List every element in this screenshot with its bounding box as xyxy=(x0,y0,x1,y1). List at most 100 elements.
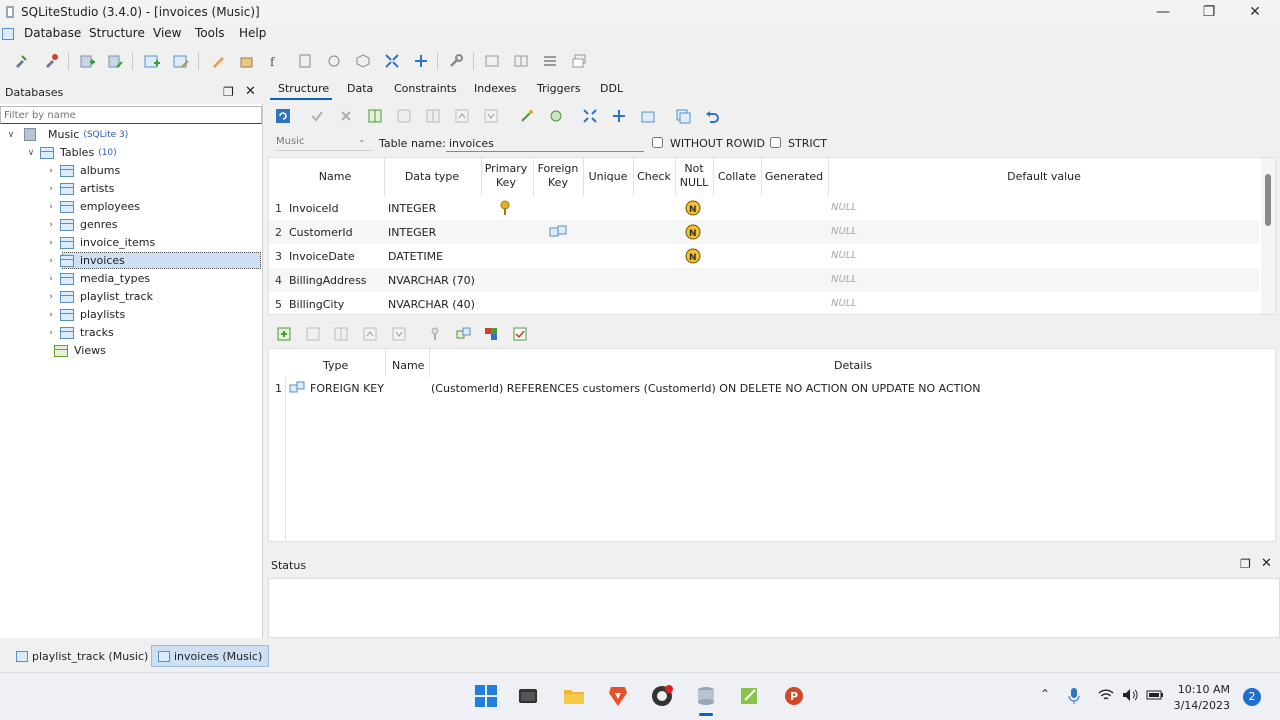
chevron-up-icon[interactable]: ⌃ xyxy=(1040,687,1050,701)
rollback-structure-button[interactable] xyxy=(337,107,355,125)
window-tile-button[interactable] xyxy=(512,52,530,70)
menu-view[interactable]: View xyxy=(153,26,181,40)
window-tab-invoices[interactable]: invoices (Music) xyxy=(151,645,270,667)
add-fk-button[interactable] xyxy=(454,325,472,343)
export-button[interactable] xyxy=(238,52,256,70)
col-header-foreign-key[interactable]: Foreign Key xyxy=(533,162,583,190)
taskbar-app-brave[interactable] xyxy=(605,683,631,709)
constraints-header-name[interactable]: Name xyxy=(392,359,424,372)
refresh-structure-button[interactable] xyxy=(274,107,292,125)
col-header-default[interactable]: Default value xyxy=(829,170,1259,184)
table-row[interactable]: 3 InvoiceDate DATETIME N NULL xyxy=(269,244,1259,268)
add-unique-button[interactable] xyxy=(482,325,500,343)
chevron-right-icon[interactable]: › xyxy=(46,292,56,302)
close-panel-icon[interactable]: ✕ xyxy=(245,84,256,99)
taskbar-app-obs[interactable] xyxy=(649,683,675,709)
tree-table-artists[interactable]: › artists xyxy=(46,180,114,197)
chevron-right-icon[interactable]: › xyxy=(46,310,56,320)
tab-triggers[interactable]: Triggers xyxy=(537,82,581,95)
table-row[interactable]: 1 FOREIGN KEY (CustomerId) REFERENCES cu… xyxy=(269,377,1275,399)
constraints-header-details[interactable]: Details xyxy=(834,359,872,372)
table-name-input[interactable]: invoices xyxy=(446,133,644,152)
populate-button[interactable] xyxy=(674,107,692,125)
taskbar-app-powerpoint[interactable]: P xyxy=(781,683,807,709)
extensions-button[interactable] xyxy=(325,52,343,70)
edit-table-constraint-button[interactable] xyxy=(547,107,565,125)
col-header-unique[interactable]: Unique xyxy=(583,170,633,184)
system-clock[interactable]: 10:10 AM 3/14/2023 xyxy=(1174,682,1230,714)
battery-icon[interactable] xyxy=(1146,690,1164,700)
move-constraint-up-button[interactable] xyxy=(361,325,379,343)
chevron-right-icon[interactable]: › xyxy=(46,166,56,176)
close-window-button[interactable]: ✕ xyxy=(1232,0,1278,24)
function-editor-button[interactable]: f xyxy=(267,52,285,70)
tab-data[interactable]: Data xyxy=(347,82,373,95)
window-tab-playlist-track[interactable]: playlist_track (Music) xyxy=(10,645,154,667)
taskbar-app-explorer[interactable] xyxy=(561,683,587,709)
tab-indexes[interactable]: Indexes xyxy=(474,82,516,95)
scrollbar-thumb[interactable] xyxy=(1265,174,1271,226)
database-combo[interactable]: Music ⌄ xyxy=(276,135,372,151)
tree-table-media-types[interactable]: › media_types xyxy=(46,270,150,287)
sql-editor-button[interactable] xyxy=(209,52,227,70)
minimize-button[interactable]: — xyxy=(1140,0,1186,24)
close-panel-icon[interactable]: ✕ xyxy=(1261,556,1272,571)
table-row[interactable]: 1 InvoiceId INTEGER N NULL xyxy=(269,196,1259,220)
commit-structure-button[interactable] xyxy=(308,107,326,125)
float-panel-icon[interactable]: ❐ xyxy=(223,85,234,99)
add-pk-button[interactable] xyxy=(426,325,444,343)
col-header-check[interactable]: Check xyxy=(633,170,675,184)
without-rowid-checkbox[interactable] xyxy=(652,137,663,148)
add-table-constraint-button[interactable] xyxy=(518,107,536,125)
start-button[interactable] xyxy=(473,683,499,709)
columns-scrollbar[interactable] xyxy=(1261,158,1275,314)
config-button[interactable] xyxy=(447,52,465,70)
undo-button[interactable] xyxy=(703,107,721,125)
window-cascade-button[interactable] xyxy=(483,52,501,70)
tree-table-invoices[interactable]: › invoices xyxy=(46,252,125,269)
tile-horizontal-button[interactable] xyxy=(412,52,430,70)
float-panel-icon[interactable]: ❐ xyxy=(1240,557,1251,571)
edit-column-button[interactable] xyxy=(395,107,413,125)
menu-structure[interactable]: Structure xyxy=(89,26,145,40)
tree-table-playlist-track[interactable]: › playlist_track xyxy=(46,288,153,305)
tab-structure[interactable]: Structure xyxy=(278,82,329,95)
disconnect-db-button[interactable] xyxy=(42,52,60,70)
taskbar-app-terminal[interactable] xyxy=(515,683,541,709)
table-row[interactable]: 2 CustomerId INTEGER N NULL xyxy=(269,220,1259,244)
move-constraint-down-button[interactable] xyxy=(390,325,408,343)
wifi-icon[interactable] xyxy=(1098,688,1114,702)
tree-table-genres[interactable]: › genres xyxy=(46,216,117,233)
add-check-button[interactable] xyxy=(511,325,529,343)
create-trigger-button[interactable] xyxy=(610,107,628,125)
tab-ddl[interactable]: DDL xyxy=(600,82,623,95)
menu-tools[interactable]: Tools xyxy=(195,26,225,40)
tree-db-music[interactable]: ∨ Music (SQLite 3) xyxy=(6,126,128,143)
chevron-right-icon[interactable]: › xyxy=(46,202,56,212)
new-table-button[interactable] xyxy=(143,52,161,70)
chevron-right-icon[interactable]: › xyxy=(46,328,56,338)
menu-help[interactable]: Help xyxy=(239,26,266,40)
microphone-icon[interactable] xyxy=(1068,687,1080,705)
taskbar-app-editor[interactable] xyxy=(737,683,763,709)
import-button[interactable] xyxy=(639,107,657,125)
menu-database[interactable]: Database xyxy=(24,26,81,40)
tile-windows-button[interactable] xyxy=(383,52,401,70)
collations-button[interactable] xyxy=(296,52,314,70)
delete-constraint-button[interactable] xyxy=(332,325,350,343)
move-column-down-button[interactable] xyxy=(482,107,500,125)
taskbar-app-sqlitestudio[interactable] xyxy=(693,683,719,709)
chevron-right-icon[interactable]: › xyxy=(46,238,56,248)
strict-checkbox[interactable] xyxy=(770,137,781,148)
chevron-right-icon[interactable]: › xyxy=(46,220,56,230)
chevron-right-icon[interactable]: › xyxy=(46,184,56,194)
tree-table-invoice-items[interactable]: › invoice_items xyxy=(46,234,155,251)
chevron-right-icon[interactable]: › xyxy=(46,256,56,266)
col-header-type[interactable]: Data type xyxy=(385,170,479,184)
notification-badge[interactable]: 2 xyxy=(1243,688,1261,706)
tree-table-employees[interactable]: › employees xyxy=(46,198,140,215)
table-row[interactable]: 5 BillingCity NVARCHAR (40) NULL xyxy=(269,292,1259,316)
add-column-button[interactable] xyxy=(366,107,384,125)
volume-icon[interactable] xyxy=(1122,688,1138,702)
delete-column-button[interactable] xyxy=(424,107,442,125)
